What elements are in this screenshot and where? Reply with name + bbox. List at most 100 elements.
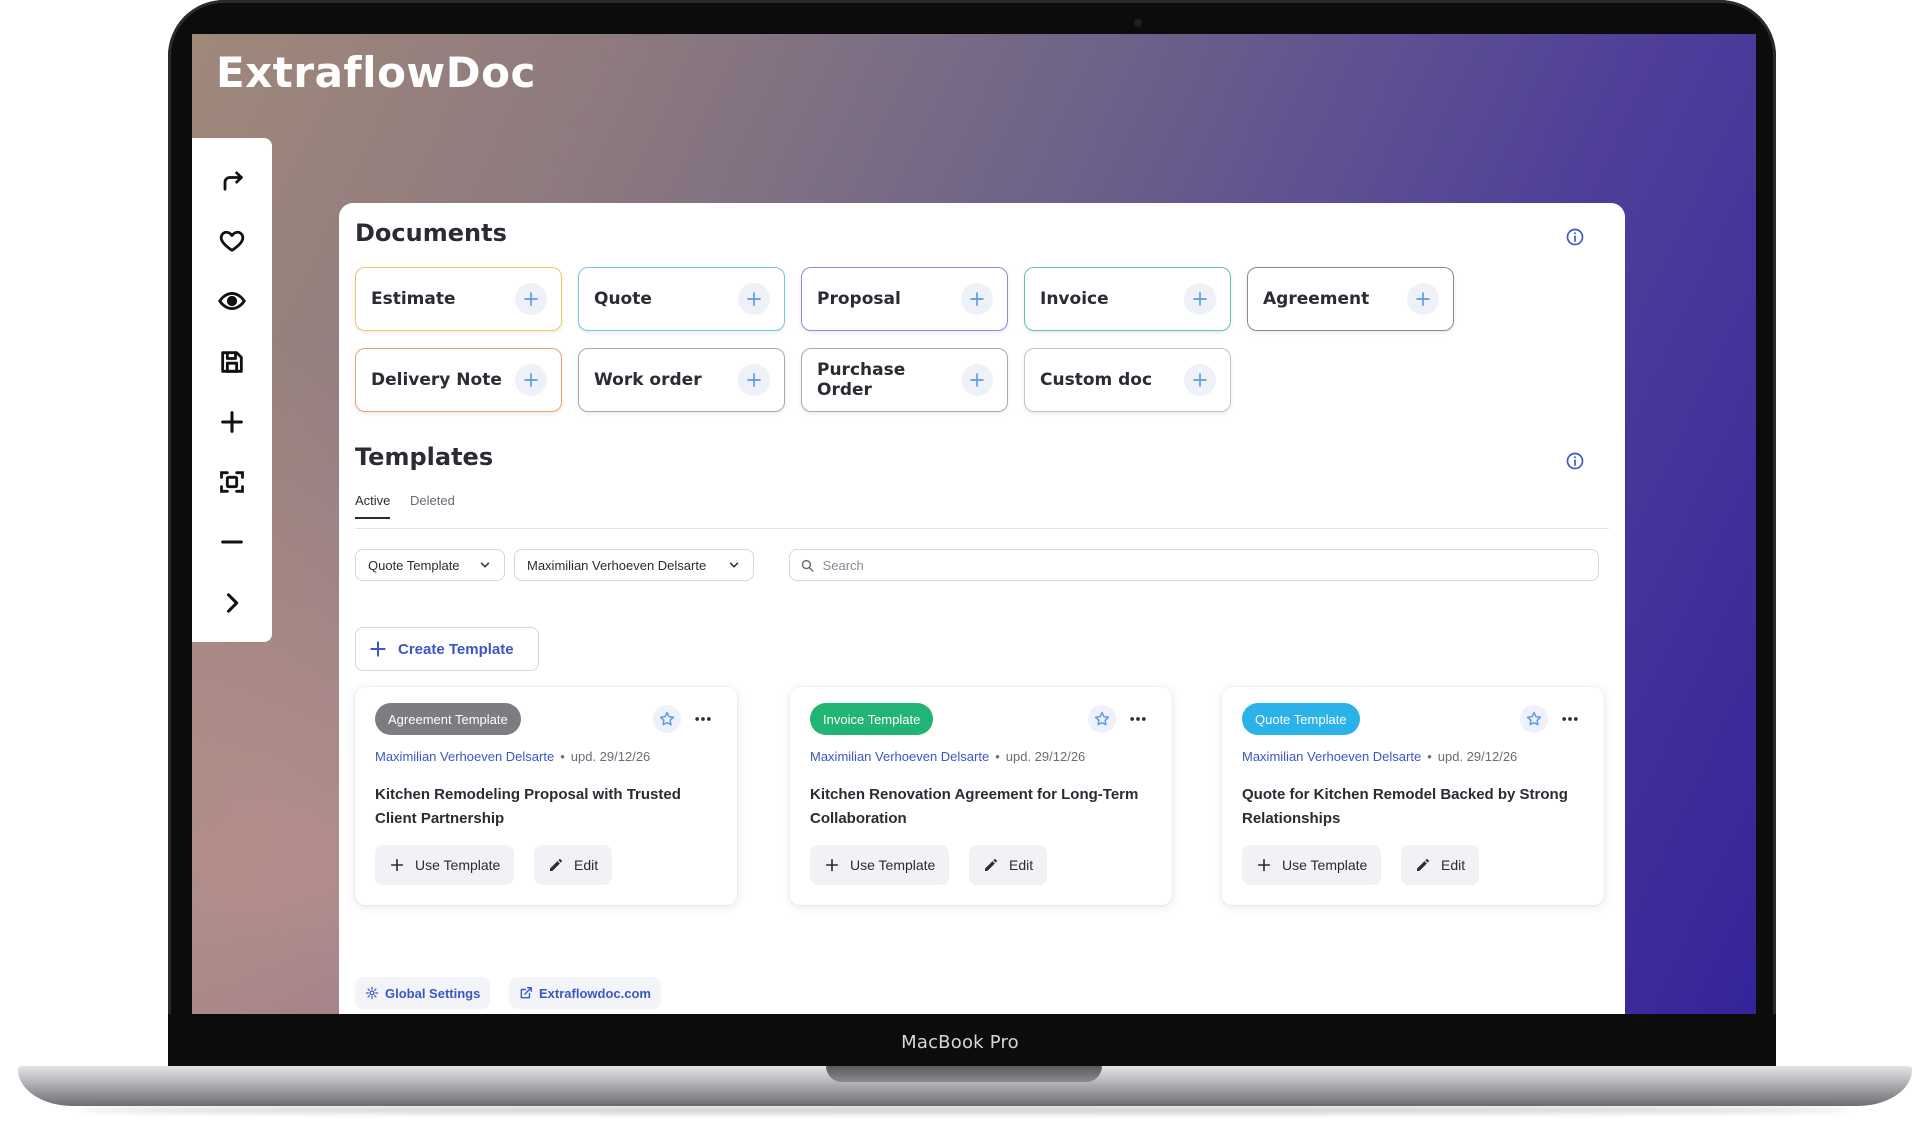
use-template-button[interactable]: Use Template <box>375 845 515 885</box>
edit-template-label: Edit <box>1441 857 1466 873</box>
templates-tabs: Active Deleted <box>355 493 1609 529</box>
template-author-link[interactable]: Maximilian Verhoeven Delsarte <box>810 749 989 764</box>
zoom-in-button[interactable] <box>210 401 254 443</box>
add-delivery-note-button[interactable] <box>515 364 547 396</box>
add-purchase-order-button[interactable] <box>961 364 993 396</box>
doc-label: Quote <box>594 289 652 309</box>
add-work-order-button[interactable] <box>738 364 770 396</box>
doc-label: Work order <box>594 370 702 390</box>
star-icon <box>659 711 675 726</box>
plus-icon <box>221 410 243 433</box>
preview-button[interactable] <box>210 281 254 323</box>
pencil-icon <box>1417 859 1429 871</box>
camera-icon <box>1134 19 1142 27</box>
doc-card-delivery-note[interactable]: Delivery Note <box>355 348 562 412</box>
tab-active[interactable]: Active <box>355 493 391 519</box>
documents-info-icon[interactable] <box>1565 227 1585 247</box>
laptop-base-notch <box>826 1066 1102 1082</box>
chevron-down-icon <box>480 562 490 568</box>
doc-card-quote[interactable]: Quote <box>578 267 785 331</box>
template-author-link[interactable]: Maximilian Verhoeven Delsarte <box>375 749 554 764</box>
template-type-badge: Quote Template <box>1242 703 1360 735</box>
template-meta: Maximilian Verhoeven Delsarte • upd. 29/12… <box>375 749 650 764</box>
pencil-icon <box>985 859 997 871</box>
doc-card-proposal[interactable]: Proposal <box>801 267 1008 331</box>
device-model-label: MacBook Pro <box>901 1032 1019 1053</box>
template-title: Quote for Kitchen Remodel Backed by Stro… <box>1242 786 1568 827</box>
doc-label: Invoice <box>1040 289 1109 309</box>
favorite-template-button[interactable] <box>1520 705 1548 733</box>
doc-card-estimate[interactable]: Estimate <box>355 267 562 331</box>
meta-separator: • <box>1427 749 1432 764</box>
plus-icon <box>1193 373 1207 387</box>
use-template-label: Use Template <box>1282 857 1368 873</box>
template-owner-value: Maximilian Verhoeven Delsarte <box>527 557 707 573</box>
doc-label: Purchase Order <box>817 360 906 400</box>
template-meta: Maximilian Verhoeven Delsarte • upd. 29/12… <box>810 749 1085 764</box>
templates-info-icon[interactable] <box>1565 451 1585 471</box>
website-label: Extraflowdoc.com <box>539 985 651 1001</box>
use-template-button[interactable]: Use Template <box>810 845 950 885</box>
more-horizontal-icon <box>1562 717 1578 721</box>
gear-icon <box>365 986 379 1000</box>
favorite-template-button[interactable] <box>653 705 681 733</box>
laptop-shadow <box>80 1106 1850 1114</box>
template-type-value: Quote Template <box>368 557 460 573</box>
favorite-template-button[interactable] <box>1088 705 1116 733</box>
template-more-button[interactable] <box>689 705 717 733</box>
eye-icon <box>218 292 246 311</box>
zoom-out-button[interactable] <box>210 522 254 564</box>
edit-template-button[interactable]: Edit <box>1401 845 1480 885</box>
editor-toolbar <box>192 138 272 642</box>
template-updated: upd. 29/12/26 <box>1437 749 1518 764</box>
use-template-label: Use Template <box>850 857 936 873</box>
redo-button[interactable] <box>210 160 254 202</box>
doc-label: Proposal <box>817 289 901 309</box>
global-settings-link[interactable]: Global Settings <box>355 977 491 1009</box>
plus-icon <box>970 292 984 306</box>
add-estimate-button[interactable] <box>515 283 547 315</box>
template-owner-select[interactable]: Maximilian Verhoeven Delsarte <box>514 549 754 581</box>
doc-card-work-order[interactable]: Work order <box>578 348 785 412</box>
create-template-label: Create Template <box>398 640 514 658</box>
star-icon <box>1526 711 1542 726</box>
doc-card-invoice[interactable]: Invoice <box>1024 267 1231 331</box>
edit-template-button[interactable]: Edit <box>969 845 1048 885</box>
add-quote-button[interactable] <box>738 283 770 315</box>
add-custom-doc-button[interactable] <box>1184 364 1216 396</box>
more-horizontal-icon <box>695 717 711 721</box>
plus-icon <box>825 858 839 872</box>
expand-toolbar-button[interactable] <box>210 582 254 624</box>
focus-frame-icon <box>220 471 244 493</box>
create-template-button[interactable]: Create Template <box>355 627 539 671</box>
template-more-button[interactable] <box>1124 705 1152 733</box>
doc-label: Custom doc <box>1040 370 1153 390</box>
add-proposal-button[interactable] <box>961 283 993 315</box>
template-type-badge: Invoice Template <box>810 703 934 735</box>
main-panel: Documents Estimate Quote Proposal Invoic… <box>339 203 1625 1014</box>
save-button[interactable] <box>210 341 254 383</box>
meta-separator: • <box>560 749 565 764</box>
edit-template-button[interactable]: Edit <box>534 845 613 885</box>
plus-icon <box>524 292 538 306</box>
doc-card-purchase-order[interactable]: Purchase Order <box>801 348 1008 412</box>
doc-card-custom-doc[interactable]: Custom doc <box>1024 348 1231 412</box>
doc-card-agreement[interactable]: Agreement <box>1247 267 1454 331</box>
use-template-button[interactable]: Use Template <box>1242 845 1382 885</box>
template-search[interactable] <box>789 549 1599 581</box>
plus-icon <box>370 641 386 657</box>
template-author-link[interactable]: Maximilian Verhoeven Delsarte <box>1242 749 1421 764</box>
template-more-button[interactable] <box>1556 705 1584 733</box>
add-invoice-button[interactable] <box>1184 283 1216 315</box>
search-input[interactable] <box>822 557 1588 573</box>
template-type-select[interactable]: Quote Template <box>355 549 505 581</box>
website-link[interactable]: Extraflowdoc.com <box>509 977 661 1009</box>
fit-screen-button[interactable] <box>210 461 254 503</box>
template-card: Invoice Template Maximilian Verhoeven De… <box>790 687 1172 905</box>
add-agreement-button[interactable] <box>1407 283 1439 315</box>
template-type-badge: Agreement Template <box>375 703 521 735</box>
favorite-button[interactable] <box>210 220 254 262</box>
heart-icon <box>219 230 245 252</box>
doc-label: Estimate <box>371 289 456 309</box>
tab-deleted[interactable]: Deleted <box>410 493 455 508</box>
